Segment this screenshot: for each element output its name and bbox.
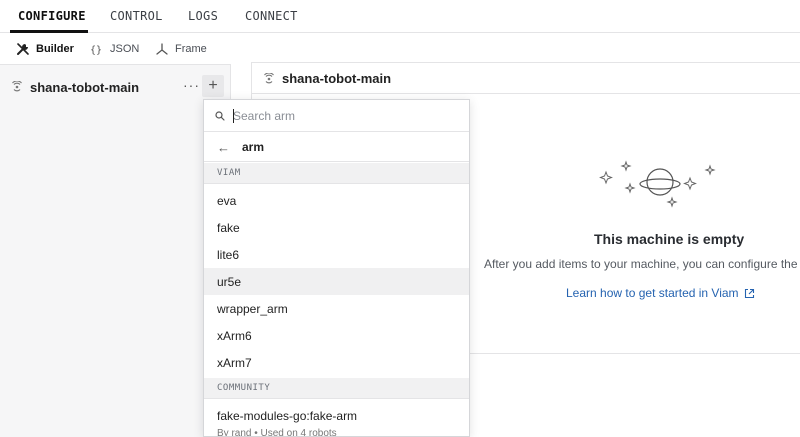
search-input[interactable]	[233, 106, 461, 126]
back-arrow-icon: ←	[217, 140, 230, 155]
list-item-label: xArm7	[217, 356, 252, 370]
section-viam: VIAM	[204, 163, 469, 184]
section-viam-label: VIAM	[217, 168, 241, 178]
list-item[interactable]: wrapper_arm	[204, 295, 469, 322]
empty-planet-illustration	[599, 160, 716, 208]
more-options-button[interactable]: ···	[183, 77, 200, 93]
tab-control[interactable]: CONTROL	[110, 9, 163, 23]
list-item[interactable]: fake	[204, 214, 469, 241]
machine-card-header: shana-tobot-main	[252, 63, 800, 94]
external-link-icon	[744, 288, 754, 298]
svg-text:{}: {}	[90, 45, 102, 56]
list-item-label: eva	[217, 194, 237, 208]
machine-name: shana-tobot-main	[30, 80, 140, 95]
community-item-subtitle: By rand • Used on 4 robots	[217, 428, 337, 437]
empty-state-title: This machine is empty	[594, 231, 745, 247]
empty-state-description: After you add items to your machine, you…	[484, 257, 798, 271]
mode-builder-label: Builder	[36, 43, 74, 55]
mode-frame-label: Frame	[175, 43, 207, 55]
mode-switcher: Builder {} JSON Frame	[0, 33, 231, 65]
tab-logs[interactable]: LOGS	[188, 9, 218, 23]
list-item[interactable]: lite6	[204, 241, 469, 268]
tools-icon	[17, 43, 29, 55]
back-to-categories[interactable]: ← arm	[204, 132, 469, 162]
add-component-button[interactable]: +	[202, 75, 224, 97]
community-item-title: fake-modules-go:fake-arm	[217, 409, 358, 423]
left-panel: Builder {} JSON Frame shana-tobot-main ·…	[0, 33, 231, 437]
list-item-label: lite6	[217, 248, 240, 262]
tab-connect[interactable]: CONNECT	[245, 9, 298, 23]
list-item[interactable]: ur5e	[204, 268, 469, 295]
text-cursor	[233, 109, 234, 123]
top-nav: CONFIGURE CONTROL LOGS CONNECT	[0, 0, 800, 33]
list-item[interactable]: xArm6	[204, 322, 469, 349]
mode-json[interactable]: {} JSON	[90, 42, 139, 56]
list-item-label: wrapper_arm	[217, 302, 288, 316]
machine-status-icon	[12, 81, 22, 92]
list-item-label: xArm6	[217, 329, 252, 343]
list-item-label: ur5e	[217, 275, 242, 289]
braces-icon: {}	[90, 45, 102, 56]
machine-tree-root[interactable]: shana-tobot-main ··· +	[0, 75, 231, 99]
search-bar	[204, 100, 469, 132]
section-community: COMMUNITY	[204, 378, 469, 399]
list-item[interactable]: xArm7	[204, 349, 469, 376]
list-item[interactable]: eva	[204, 187, 469, 214]
mode-frame[interactable]: Frame	[155, 42, 207, 56]
machine-card-title: shana-tobot-main	[282, 71, 392, 86]
community-list-item[interactable]: fake-modules-go:fake-arm By rand • Used …	[204, 401, 469, 437]
frame-axes-icon	[156, 43, 168, 55]
add-component-dropdown: ← arm VIAM eva fake lite6 ur5e wrapper_a…	[203, 99, 470, 437]
getting-started-link[interactable]: Learn how to get started in Viam	[566, 286, 755, 300]
category-label: arm	[242, 140, 265, 154]
section-community-label: COMMUNITY	[217, 383, 271, 393]
mode-builder[interactable]: Builder	[16, 42, 74, 56]
list-item-label: fake	[217, 221, 240, 235]
tab-configure[interactable]: CONFIGURE	[18, 9, 86, 23]
search-icon	[215, 111, 225, 121]
machine-status-icon	[264, 73, 274, 84]
getting-started-link-label: Learn how to get started in Viam	[566, 286, 739, 300]
mode-json-label: JSON	[110, 43, 140, 55]
